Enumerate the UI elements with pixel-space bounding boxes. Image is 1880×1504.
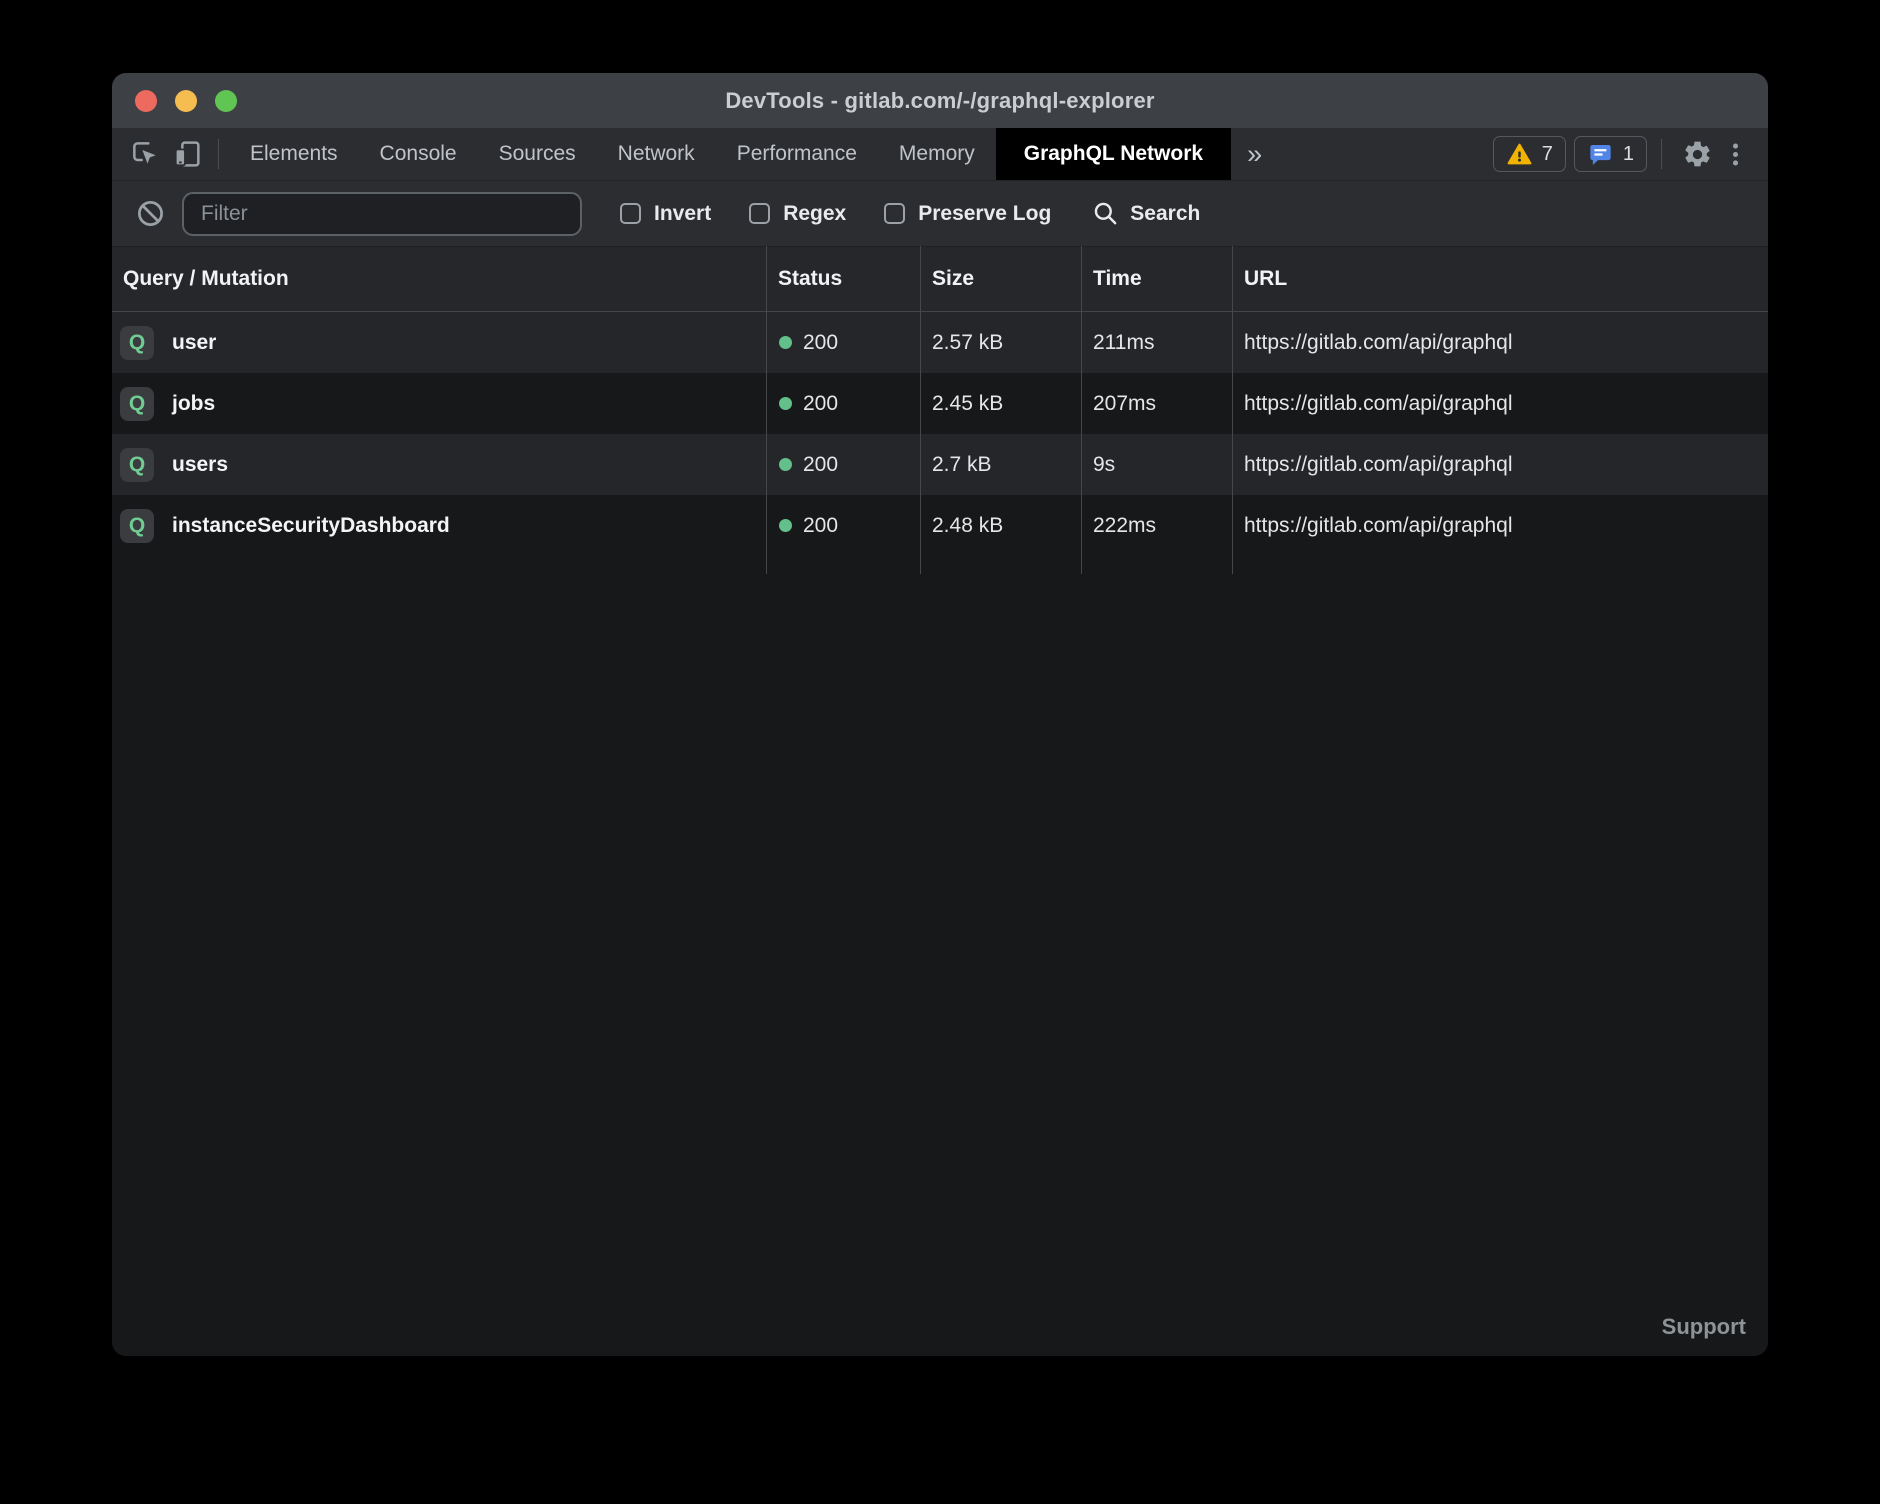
status-ok-dot (779, 458, 792, 471)
request-name: jobs (172, 392, 215, 416)
query-type-badge: Q (120, 387, 154, 421)
status-code: 200 (803, 514, 838, 538)
status-ok-dot (779, 397, 792, 410)
query-type-badge: Q (120, 326, 154, 360)
settings-button[interactable] (1676, 134, 1718, 174)
column-header-query-mutation[interactable]: Query / Mutation (112, 267, 766, 291)
request-name: users (172, 453, 228, 477)
tab-label: Performance (737, 142, 857, 166)
inspect-cursor-icon (129, 138, 161, 170)
warning-triangle-icon (1506, 141, 1533, 168)
status-code: 200 (803, 453, 838, 477)
column-header-time[interactable]: Time (1081, 267, 1232, 291)
column-header-url[interactable]: URL (1232, 267, 1768, 291)
checkbox-label: Preserve Log (918, 202, 1051, 226)
issues-bubble-icon (1587, 141, 1614, 168)
device-toolbar-icon (171, 138, 203, 170)
devtools-tabbar: Elements Console Sources Network Perform… (112, 128, 1768, 180)
search-toggle[interactable]: Search (1091, 199, 1200, 228)
network-filterbar: Invert Regex Preserve Log Search (112, 180, 1768, 246)
tab-label: Elements (250, 142, 338, 166)
tab-label: Console (380, 142, 457, 166)
request-url: https://gitlab.com/api/graphql (1232, 453, 1768, 477)
status-code: 200 (803, 331, 838, 355)
clear-requests-button[interactable] (132, 194, 168, 234)
more-tabs-button[interactable]: » (1231, 128, 1278, 180)
tab-memory[interactable]: Memory (878, 128, 996, 180)
warnings-count: 7 (1542, 143, 1553, 166)
requests-table: Query / Mutation Status Size Time URL Q … (112, 246, 1768, 1356)
search-icon (1091, 199, 1120, 228)
query-type-badge: Q (120, 448, 154, 482)
checkbox-box (749, 203, 770, 224)
device-toolbar-button[interactable] (166, 134, 208, 174)
request-time: 207ms (1081, 392, 1232, 416)
more-options-button[interactable] (1718, 134, 1752, 174)
invert-checkbox[interactable]: Invert (620, 202, 711, 226)
window-title: DevTools - gitlab.com/-/graphql-explorer (725, 88, 1154, 114)
toolbar-divider (1661, 139, 1662, 169)
request-name: user (172, 331, 216, 355)
tab-sources[interactable]: Sources (478, 128, 597, 180)
tab-performance[interactable]: Performance (716, 128, 878, 180)
regex-checkbox[interactable]: Regex (749, 202, 846, 226)
close-window-button[interactable] (135, 90, 157, 112)
filter-input[interactable] (182, 192, 582, 236)
toolbar-divider (218, 139, 219, 169)
table-row[interactable]: Q instanceSecurityDashboard 200 2.48 kB … (112, 495, 1768, 556)
table-row[interactable]: Q user 200 2.57 kB 211ms https://gitlab.… (112, 312, 1768, 373)
inspect-element-button[interactable] (124, 134, 166, 174)
request-url: https://gitlab.com/api/graphql (1232, 514, 1768, 538)
request-size: 2.45 kB (920, 392, 1081, 416)
support-link[interactable]: Support (1662, 1314, 1746, 1340)
kebab-menu-icon (1721, 140, 1750, 169)
request-time: 222ms (1081, 514, 1232, 538)
checkbox-label: Invert (654, 202, 711, 226)
checkbox-box (620, 203, 641, 224)
request-size: 2.48 kB (920, 514, 1081, 538)
request-name: instanceSecurityDashboard (172, 514, 450, 538)
query-type-badge: Q (120, 509, 154, 543)
status-code: 200 (803, 392, 838, 416)
column-header-status[interactable]: Status (766, 267, 920, 291)
request-url: https://gitlab.com/api/graphql (1232, 331, 1768, 355)
tab-elements[interactable]: Elements (229, 128, 359, 180)
checkbox-label: Regex (783, 202, 846, 226)
warnings-badge[interactable]: 7 (1493, 136, 1566, 172)
traffic-lights (135, 73, 237, 128)
issues-badge[interactable]: 1 (1574, 136, 1647, 172)
chevron-double-icon: » (1247, 139, 1262, 170)
request-size: 2.7 kB (920, 453, 1081, 477)
tab-label: Sources (499, 142, 576, 166)
column-header-size[interactable]: Size (920, 267, 1081, 291)
search-label: Search (1130, 202, 1200, 226)
request-time: 9s (1081, 453, 1232, 477)
minimize-window-button[interactable] (175, 90, 197, 112)
tab-label: Network (618, 142, 695, 166)
titlebar: DevTools - gitlab.com/-/graphql-explorer (112, 73, 1768, 128)
issues-count: 1 (1623, 143, 1634, 166)
preserve-log-checkbox[interactable]: Preserve Log (884, 202, 1051, 226)
gear-icon (1682, 139, 1713, 170)
checkbox-box (884, 203, 905, 224)
tab-console[interactable]: Console (359, 128, 478, 180)
table-header-row: Query / Mutation Status Size Time URL (112, 246, 1768, 312)
tab-label: GraphQL Network (1024, 142, 1203, 166)
block-icon (135, 198, 166, 229)
status-ok-dot (779, 336, 792, 349)
table-row[interactable]: Q jobs 200 2.45 kB 207ms https://gitlab.… (112, 373, 1768, 434)
table-row[interactable]: Q users 200 2.7 kB 9s https://gitlab.com… (112, 434, 1768, 495)
tab-graphql-network[interactable]: GraphQL Network (996, 128, 1231, 180)
tab-network[interactable]: Network (597, 128, 716, 180)
tab-label: Memory (899, 142, 975, 166)
request-url: https://gitlab.com/api/graphql (1232, 392, 1768, 416)
request-time: 211ms (1081, 331, 1232, 355)
status-ok-dot (779, 519, 792, 532)
maximize-window-button[interactable] (215, 90, 237, 112)
request-size: 2.57 kB (920, 331, 1081, 355)
devtools-window: DevTools - gitlab.com/-/graphql-explorer… (112, 73, 1768, 1356)
